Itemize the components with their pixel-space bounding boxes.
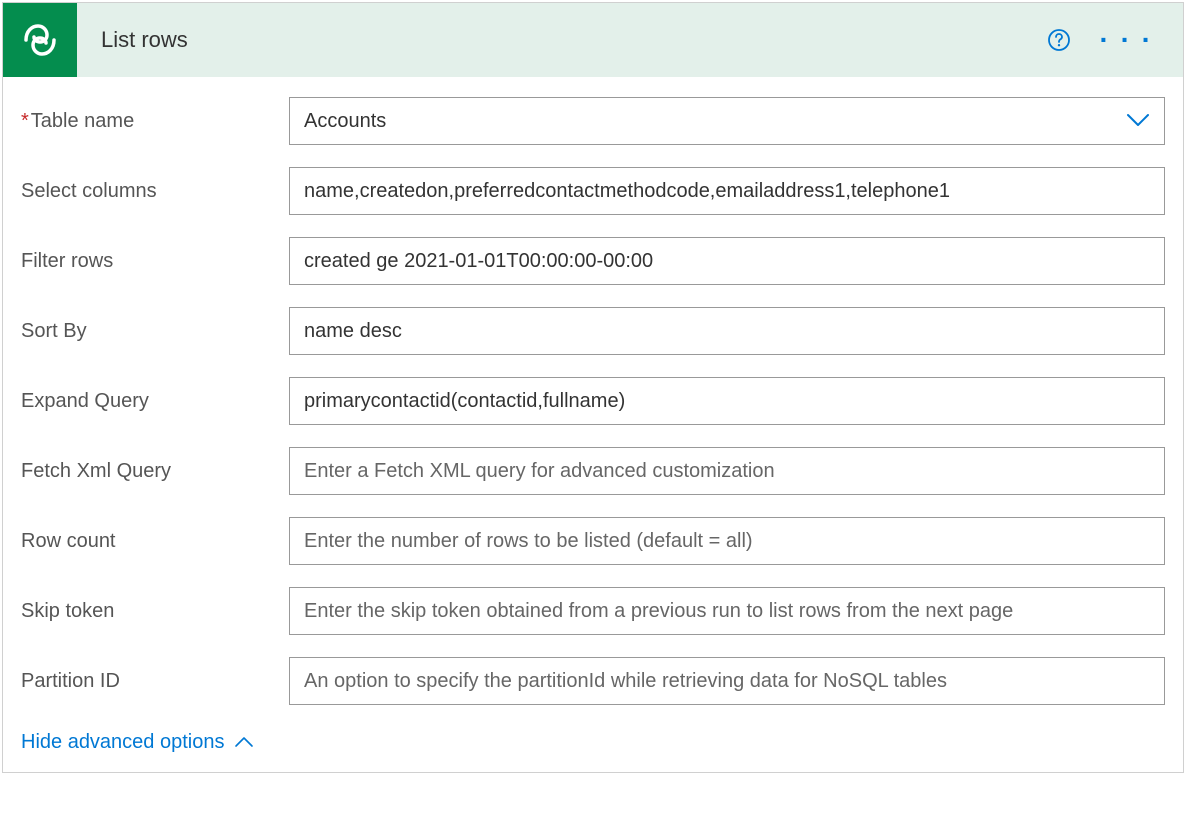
help-icon[interactable] [1047,28,1071,52]
card-header: List rows · · · [3,3,1183,77]
field-row-sort-by: Sort By [21,307,1165,355]
field-row-fetch-xml: Fetch Xml Query [21,447,1165,495]
field-row-table-name: *Table name Accounts [21,97,1165,145]
label-partition-id: Partition ID [21,670,289,693]
card-body: *Table name Accounts Select columns Fi [3,77,1183,772]
advanced-toggle-label: Hide advanced options [21,731,224,754]
field-row-skip-token: Skip token [21,587,1165,635]
action-card: List rows · · · *Table name Accounts [2,2,1184,773]
header-actions: · · · [1047,26,1153,54]
label-row-count: Row count [21,530,289,553]
label-sort-by: Sort By [21,320,289,343]
filter-rows-input[interactable] [289,237,1165,285]
fetch-xml-input[interactable] [289,447,1165,495]
field-row-row-count: Row count [21,517,1165,565]
label-table-name: *Table name [21,110,289,133]
label-skip-token: Skip token [21,600,289,623]
label-expand-query: Expand Query [21,390,289,413]
skip-token-input[interactable] [289,587,1165,635]
label-filter-rows: Filter rows [21,250,289,273]
partition-id-input[interactable] [289,657,1165,705]
sort-by-input[interactable] [289,307,1165,355]
field-row-partition-id: Partition ID [21,657,1165,705]
hide-advanced-options-button[interactable]: Hide advanced options [21,731,254,754]
card-title: List rows [101,27,1047,53]
field-row-filter-rows: Filter rows [21,237,1165,285]
label-fetch-xml: Fetch Xml Query [21,460,289,483]
select-columns-input[interactable] [289,167,1165,215]
table-name-value: Accounts [304,110,386,133]
field-row-expand-query: Expand Query [21,377,1165,425]
table-name-dropdown[interactable]: Accounts [289,97,1165,145]
chevron-down-icon [1126,110,1150,133]
field-row-select-columns: Select columns [21,167,1165,215]
chevron-up-icon [234,731,254,754]
label-select-columns: Select columns [21,180,289,203]
expand-query-input[interactable] [289,377,1165,425]
more-menu-icon[interactable]: · · · [1099,26,1153,54]
row-count-input[interactable] [289,517,1165,565]
dataverse-icon [3,3,77,77]
